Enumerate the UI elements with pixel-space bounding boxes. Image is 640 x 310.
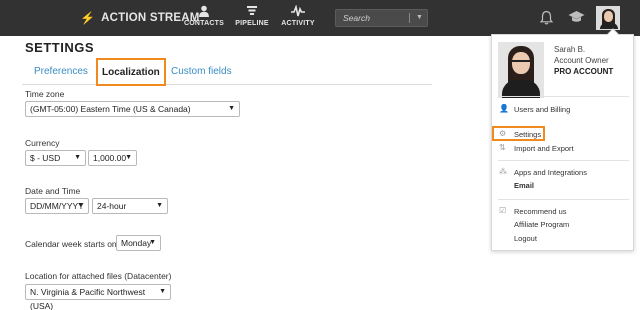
chevron-down-icon: ▼ bbox=[159, 288, 166, 295]
tab-preferences[interactable]: Preferences bbox=[34, 60, 88, 84]
currency-label: Currency bbox=[25, 138, 60, 148]
top-navigation-bar: ⚡ ACTION STREAM CONTACTS PIPELINE ACTIVI… bbox=[0, 0, 640, 36]
page-title: SETTINGS bbox=[25, 40, 95, 55]
number-format-value: 1,000.00 bbox=[93, 153, 127, 163]
profile-photo bbox=[498, 42, 544, 98]
brand-logo[interactable]: ⚡ ACTION STREAM bbox=[80, 11, 200, 25]
week-start-select[interactable]: Monday ▼ bbox=[116, 235, 161, 251]
pulse-icon bbox=[291, 5, 305, 17]
currency-select[interactable]: $ - USD ▼ bbox=[25, 150, 86, 166]
menu-item-import-export[interactable]: Import and Export bbox=[514, 144, 574, 153]
search-divider bbox=[409, 13, 410, 23]
chevron-down-icon: ▼ bbox=[156, 202, 163, 209]
nav-pipeline-label: PIPELINE bbox=[235, 20, 269, 27]
chevron-down-icon: ▼ bbox=[74, 154, 81, 161]
settings-tabs: Preferences Localization Custom fields bbox=[22, 57, 432, 86]
search-input[interactable] bbox=[336, 10, 408, 26]
menu-divider bbox=[498, 160, 629, 161]
chevron-down-icon: ▼ bbox=[228, 105, 235, 112]
bell-icon[interactable] bbox=[540, 10, 553, 25]
nav-activity[interactable]: ACTIVITY bbox=[281, 5, 315, 27]
time-format-select[interactable]: 24-hour ▼ bbox=[92, 198, 168, 214]
menu-item-apps-integrations[interactable]: Apps and Integrations bbox=[514, 168, 587, 177]
import-export-icon: ⇅ bbox=[499, 143, 506, 152]
account-type: PRO ACCOUNT bbox=[554, 67, 614, 76]
timezone-select[interactable]: (GMT-05:00) Eastern Time (US & Canada) ▼ bbox=[25, 101, 240, 117]
person-icon bbox=[199, 5, 209, 17]
date-format-value: DD/MM/YYYY bbox=[30, 201, 84, 211]
menu-item-settings[interactable]: Settings bbox=[514, 130, 541, 139]
chevron-down-icon[interactable]: ▼ bbox=[416, 14, 423, 21]
lightning-icon: ⚡ bbox=[80, 11, 96, 25]
week-start-value: Monday bbox=[121, 238, 152, 248]
gear-icon: ⚙ bbox=[499, 129, 507, 138]
date-format-select[interactable]: DD/MM/YYYY ▼ bbox=[25, 198, 89, 214]
menu-divider bbox=[498, 199, 629, 200]
user-dropdown-menu: Sarah B. Account Owner PRO ACCOUNT 👤 Use… bbox=[491, 28, 634, 251]
nav-contacts-label: CONTACTS bbox=[184, 20, 224, 27]
chevron-down-icon: ▼ bbox=[125, 154, 132, 161]
timezone-label: Time zone bbox=[25, 89, 65, 99]
menu-item-email[interactable]: Email bbox=[514, 181, 534, 190]
location-label: Location for attached files (Datacenter) bbox=[25, 271, 172, 281]
week-start-label: Calendar week starts on bbox=[25, 239, 117, 249]
menu-item-recommend[interactable]: Recommend us bbox=[514, 207, 567, 216]
nav-contacts[interactable]: CONTACTS bbox=[184, 5, 224, 27]
location-value: N. Virginia & Pacific Northwest (USA) bbox=[30, 287, 146, 310]
menu-item-users-billing[interactable]: Users and Billing bbox=[514, 105, 570, 114]
chevron-down-icon: ▼ bbox=[149, 239, 156, 246]
time-format-value: 24-hour bbox=[97, 201, 127, 211]
menu-divider bbox=[498, 96, 629, 97]
timezone-value: (GMT-05:00) Eastern Time (US & Canada) bbox=[30, 104, 191, 114]
menu-item-affiliate[interactable]: Affiliate Program bbox=[514, 220, 569, 229]
datetime-label: Date and Time bbox=[25, 186, 81, 196]
location-select[interactable]: N. Virginia & Pacific Northwest (USA) ▼ bbox=[25, 284, 171, 310]
user-role: Account Owner bbox=[554, 56, 609, 65]
currency-value: $ - USD bbox=[30, 153, 61, 163]
filter-icon bbox=[247, 6, 257, 15]
checkbox-icon: ☑ bbox=[499, 206, 507, 215]
tab-custom-fields[interactable]: Custom fields bbox=[171, 60, 232, 84]
tab-localization[interactable]: Localization bbox=[96, 58, 166, 86]
user-avatar-button[interactable] bbox=[596, 6, 620, 30]
apps-icon: ⁂ bbox=[499, 167, 507, 176]
nav-activity-label: ACTIVITY bbox=[281, 20, 315, 27]
person-icon: 👤 bbox=[499, 104, 509, 113]
menu-item-logout[interactable]: Logout bbox=[514, 234, 537, 243]
search-box[interactable]: ▼ bbox=[335, 9, 428, 27]
chevron-down-icon: ▼ bbox=[77, 202, 84, 209]
graduation-cap-icon[interactable] bbox=[568, 10, 585, 24]
nav-pipeline[interactable]: PIPELINE bbox=[235, 5, 269, 27]
user-name: Sarah B. bbox=[554, 45, 586, 54]
number-format-select[interactable]: 1,000.00 ▼ bbox=[88, 150, 137, 166]
